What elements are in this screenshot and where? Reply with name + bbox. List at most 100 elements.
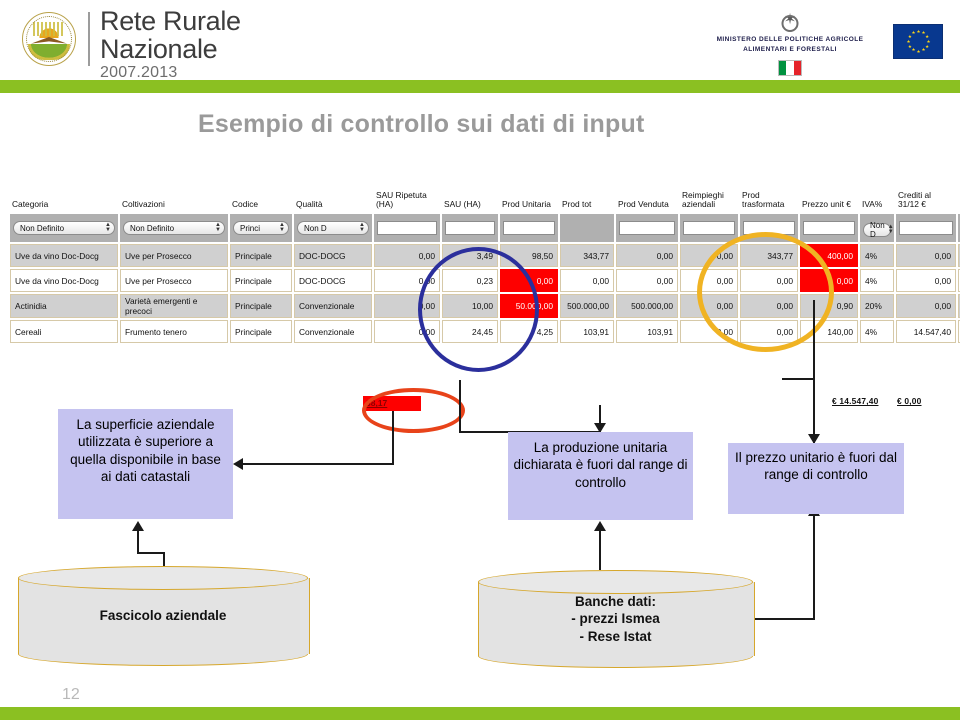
- database-label: Banche dati: - prezzi Ismea - Rese Istat: [571, 593, 660, 644]
- filter-prezzo-unit-input[interactable]: [803, 221, 855, 235]
- highlight-ellipse-sau-total: [362, 388, 465, 433]
- filter-prod-unitaria-input[interactable]: [503, 221, 555, 235]
- eu-star-icon: ★: [921, 47, 926, 53]
- filter-crediti-input[interactable]: [899, 221, 953, 235]
- cell-categoria: Uve da vino Doc-Docg: [10, 269, 118, 292]
- cell-codice: Principale: [230, 269, 292, 292]
- spinner-icon: ▲ ▼: [887, 223, 894, 235]
- cell-crediti: 0,00: [896, 269, 956, 292]
- col-header-categoria: Categoria: [10, 174, 118, 212]
- cell-coltivazioni: Uve per Prosecco: [120, 269, 228, 292]
- arrow-db1-to-callout-1: [132, 521, 144, 531]
- filter-codice-value: Princi: [240, 223, 261, 233]
- filter-codice-dropdown[interactable]: Princi ▲ ▼: [233, 221, 289, 235]
- highlight-ellipse-prod-unitaria: [418, 247, 539, 372]
- connector-db2-to-c3-v: [813, 514, 815, 620]
- cell-qualita: Convenzionale: [294, 320, 372, 343]
- filter-sau-input[interactable]: [445, 221, 495, 235]
- rimanenza-total: € 0,00: [897, 396, 922, 406]
- spinner-icon: ▲ ▼: [215, 222, 221, 233]
- col-header-prezzo-unit: Prezzo unit €: [800, 174, 858, 212]
- filter-sau-ripetuta-cell: [374, 214, 440, 242]
- spinner-icon: ▲ ▼: [359, 222, 365, 233]
- cell-prod-tot: 0,00: [560, 269, 614, 292]
- col-header-coltivazioni: Coltivazioni: [120, 174, 228, 212]
- cell-crediti: 0,00: [896, 244, 956, 267]
- cell-categoria: Cereali: [10, 320, 118, 343]
- eu-star-icon: ★: [911, 47, 916, 53]
- filter-categoria-dropdown[interactable]: Non Definito ▲ ▼: [13, 221, 115, 235]
- cell-coltivazioni: Varietà emergenti e precoci: [120, 294, 228, 318]
- filter-coltivazioni-dropdown[interactable]: Non Definito ▲ ▼: [123, 221, 225, 235]
- cell-prod-venduta: 0,00: [616, 244, 678, 267]
- footer-green-bar: [0, 707, 960, 720]
- logo-line-1: Rete Rurale: [100, 6, 241, 36]
- cell-prod-venduta: 103,91: [616, 320, 678, 343]
- cell-qualita: DOC-DOCG: [294, 244, 372, 267]
- italian-republic-emblem-icon: ✶: [781, 12, 799, 32]
- col-header-sau-ripetuta: SAU Ripetuta (HA): [374, 174, 440, 212]
- filter-iva-value: Non D: [870, 220, 885, 239]
- cell-coltivazioni: Uve per Prosecco: [120, 244, 228, 267]
- ministry-block: ✶ MINISTERO DELLE POLITICHE AGRICOLE ALI…: [700, 12, 880, 76]
- page-number: 12: [62, 686, 80, 703]
- cell-codice: Principale: [230, 320, 292, 343]
- italy-flag-icon: [778, 59, 802, 76]
- col-header-reimpieghi: Reimpieghi aziendali: [680, 174, 738, 212]
- filter-crediti-cell: [896, 214, 956, 242]
- eu-star-icon: ★: [906, 38, 911, 44]
- filter-categoria-value: Non Definito: [20, 223, 65, 233]
- database-fascicolo-aziendale: Fascicolo aziendale: [18, 566, 310, 666]
- header-green-bar: [0, 80, 960, 93]
- filter-qualita-dropdown[interactable]: Non D ▲ ▼: [297, 221, 369, 235]
- cell-categoria: Actinidia: [10, 294, 118, 318]
- table-filter-row: Non Definito ▲ ▼ Non Definito ▲ ▼ Princi ▲…: [10, 214, 960, 242]
- filter-iva-cell: Non D ▲ ▼: [860, 214, 894, 242]
- filter-coltivazioni-value: Non Definito: [130, 223, 175, 233]
- col-header-qualita: Qualità: [294, 174, 372, 212]
- eu-star-icon: ★: [916, 48, 921, 54]
- connector-db2-v: [599, 530, 601, 570]
- cell-iva: 4%: [860, 244, 894, 267]
- arrow-db2-to-callout-2: [594, 521, 606, 531]
- eu-star-icon: ★: [907, 43, 912, 49]
- cell-iva: 4%: [860, 269, 894, 292]
- cell-prod-venduta: 500.000,00: [616, 294, 678, 318]
- filter-categoria-cell: Non Definito ▲ ▼: [10, 214, 118, 242]
- arrow-to-callout-1: [233, 458, 243, 470]
- connector-line-sau: [392, 411, 394, 465]
- filter-prod-venduta-input[interactable]: [619, 221, 675, 235]
- cell-categoria: Uve da vino Doc-Docg: [10, 244, 118, 267]
- logo-years: 2007.2013: [100, 64, 178, 81]
- cell-crediti: 14.547,40: [896, 320, 956, 343]
- spinner-icon: ▲ ▼: [279, 222, 285, 233]
- eu-star-icon: ★: [925, 33, 930, 39]
- filter-qualita-value: Non D: [304, 223, 327, 233]
- table-header-row: Categoria Coltivazioni Codice Qualità SA…: [10, 174, 960, 212]
- connector-prezzo-h: [782, 378, 815, 380]
- rural-network-seal-icon: [22, 12, 76, 66]
- ministry-line-2: ALIMENTARI E FORESTALI: [743, 45, 837, 53]
- col-header-iva: IVA%: [860, 174, 894, 212]
- cell-codice: Principale: [230, 294, 292, 318]
- col-header-crediti: Crediti al 31/12 €: [896, 174, 956, 212]
- filter-prod-tot-cell: [560, 214, 614, 242]
- eu-star-icon: ★: [926, 38, 931, 44]
- filter-iva-dropdown[interactable]: Non D ▲ ▼: [863, 220, 894, 239]
- ministry-line-1: MINISTERO DELLE POLITICHE AGRICOLE: [716, 36, 864, 43]
- logo-divider: [88, 12, 90, 66]
- filter-prod-unitaria-cell: [500, 214, 558, 242]
- col-header-prod-tot: Prod tot: [560, 174, 614, 212]
- rete-rurale-logo: Rete Rurale Nazionale 2007.2013: [22, 8, 241, 81]
- cell-iva: 4%: [860, 320, 894, 343]
- filter-reimpieghi-input[interactable]: [683, 221, 735, 235]
- filter-qualita-cell: Non D ▲ ▼: [294, 214, 372, 242]
- col-header-prod-venduta: Prod Venduta: [616, 174, 678, 212]
- col-header-codice: Codice: [230, 174, 292, 212]
- eu-star-icon: ★: [916, 28, 921, 34]
- callout-prezzo-unitario: Il prezzo unitario è fuori dal range di …: [728, 443, 904, 514]
- cell-prod-tot: 500.000,00: [560, 294, 614, 318]
- connector-db1-h: [137, 552, 165, 554]
- page-header: Rete Rurale Nazionale 2007.2013 ✶ MINIST…: [0, 0, 960, 81]
- filter-sau-ripetuta-input[interactable]: [377, 221, 437, 235]
